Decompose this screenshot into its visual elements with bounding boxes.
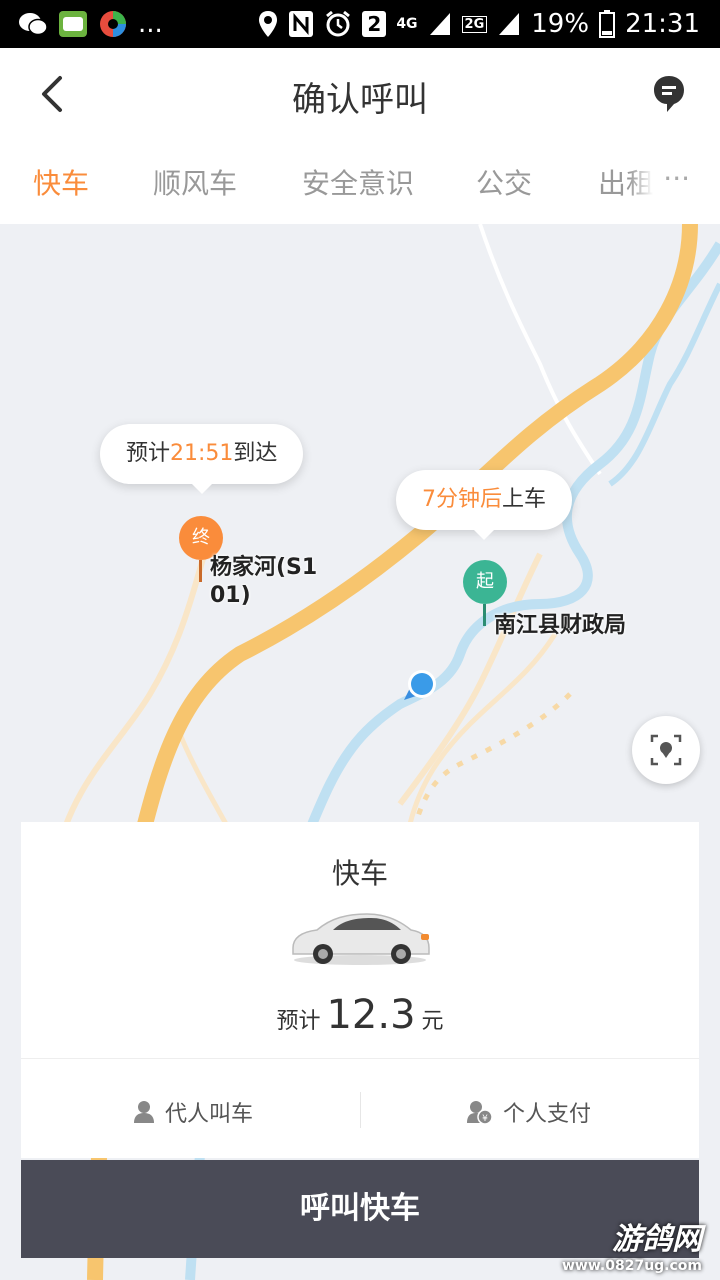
person-payment-icon: ¥ bbox=[467, 1101, 493, 1124]
service-tabs: 快车 顺风车 安全意识 公交 出租 ··· bbox=[0, 140, 720, 224]
pickup-suffix: 上车 bbox=[502, 487, 547, 512]
ride-card: 快车 预计 12.3 元 代人叫车 ¥ 个人支付 bbox=[21, 822, 699, 1158]
arrival-prefix: 预计 bbox=[126, 441, 171, 466]
personal-payment-label: 个人支付 bbox=[503, 1102, 592, 1127]
locate-icon bbox=[650, 734, 682, 766]
destination-pin-stem bbox=[199, 560, 202, 582]
pickup-eta-bubble: 7分钟后上车 bbox=[396, 470, 573, 540]
page-title: 确认呼叫 bbox=[292, 80, 428, 120]
origin-pin-stem bbox=[483, 604, 486, 626]
watermark-title: 游鸽网 bbox=[612, 1222, 702, 1257]
current-location-icon bbox=[404, 670, 436, 700]
card-divider bbox=[21, 1058, 699, 1059]
destination-label: 杨家河(S1 01) bbox=[210, 554, 317, 610]
destination-label-line1: 杨家河(S1 bbox=[210, 555, 318, 580]
locate-me-button[interactable] bbox=[632, 716, 700, 784]
app-icon bbox=[59, 11, 87, 37]
tab-safety[interactable]: 安全意识 bbox=[302, 162, 414, 202]
destination-label-line2: 01) bbox=[210, 583, 251, 608]
option-divider bbox=[360, 1092, 361, 1128]
price-label: 预计 bbox=[276, 1009, 321, 1034]
network-type-2: 2G bbox=[461, 15, 488, 33]
sim-slot-badge: 2 bbox=[362, 11, 387, 37]
app-header: 确认呼叫 bbox=[0, 48, 720, 140]
ride-type-title: 快车 bbox=[331, 857, 388, 890]
status-bar: ... 2 4G 2G 19% 21:31 bbox=[0, 0, 720, 48]
browser-icon bbox=[100, 11, 126, 37]
arrival-time-bubble: 预计21:51到达 bbox=[100, 424, 304, 494]
nfc-icon bbox=[289, 11, 314, 37]
origin-marker: 起 bbox=[463, 560, 507, 604]
signal-icon bbox=[429, 13, 450, 35]
arrival-time: 21:51 bbox=[170, 441, 234, 466]
battery-percent: 19% bbox=[531, 9, 590, 39]
signal-icon-2 bbox=[499, 13, 520, 35]
tab-carpool[interactable]: 顺风车 bbox=[153, 162, 237, 202]
car-icon bbox=[292, 913, 430, 965]
status-more: ... bbox=[138, 9, 163, 39]
more-tabs-icon[interactable]: ··· bbox=[629, 162, 690, 195]
network-type: 4G bbox=[396, 16, 418, 32]
arrival-suffix: 到达 bbox=[233, 441, 278, 466]
status-right: 2 4G 2G 19% 21:31 bbox=[258, 8, 700, 40]
origin-label: 南江县财政局 bbox=[494, 613, 627, 638]
pickup-eta: 7分钟后 bbox=[422, 487, 502, 512]
battery-icon bbox=[599, 10, 616, 38]
call-for-others-label: 代人叫车 bbox=[165, 1102, 254, 1127]
price-amount: 12.3 bbox=[326, 992, 416, 1038]
status-left: ... bbox=[18, 8, 163, 40]
person-icon bbox=[134, 1101, 154, 1123]
tab-express[interactable]: 快车 bbox=[33, 162, 89, 202]
alarm-icon bbox=[326, 10, 351, 37]
clock: 21:31 bbox=[625, 9, 700, 39]
call-for-others-option[interactable]: 代人叫车 bbox=[133, 1096, 253, 1128]
personal-payment-option[interactable]: ¥ 个人支付 bbox=[467, 1096, 591, 1128]
watermark-url: www.0827ug.com bbox=[562, 1258, 702, 1274]
wechat-icon bbox=[19, 13, 48, 36]
price-unit: 元 bbox=[421, 1009, 444, 1034]
tab-bus[interactable]: 公交 bbox=[476, 162, 532, 202]
watermark: 游鸽网 www.0827ug.com bbox=[562, 1214, 702, 1274]
message-icon[interactable] bbox=[652, 74, 686, 114]
location-icon bbox=[259, 11, 278, 37]
svg-text:¥: ¥ bbox=[482, 1114, 488, 1124]
price-estimate: 预计 12.3 元 bbox=[21, 992, 699, 1038]
